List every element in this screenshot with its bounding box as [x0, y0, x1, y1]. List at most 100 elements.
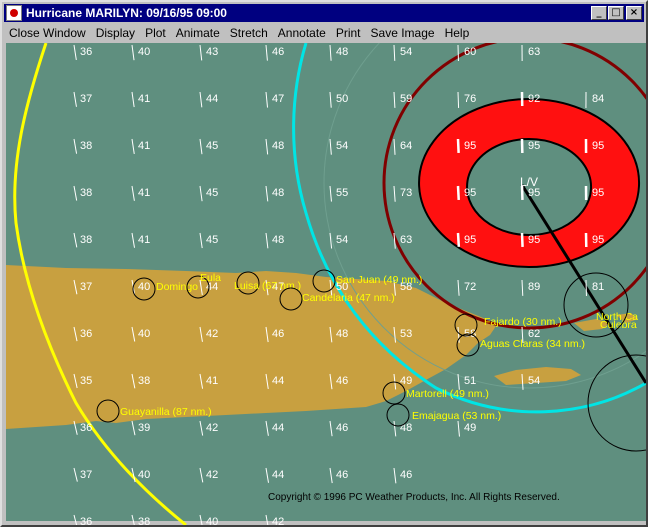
wind-speed-label: 48: [272, 187, 284, 199]
wind-arrow: [265, 420, 269, 436]
wind-arrow: [199, 232, 203, 249]
wind-speed-label: 46: [400, 469, 412, 481]
wind-arrow: [73, 232, 78, 248]
wind-arrow: [265, 232, 269, 249]
wind-speed-label: 38: [80, 234, 92, 246]
wind-speed-label: 73: [400, 187, 412, 199]
menu-help[interactable]: Help: [440, 26, 475, 40]
wind-arrow: [199, 44, 203, 61]
menu-print[interactable]: Print: [331, 26, 366, 40]
menu-display[interactable]: Display: [91, 26, 140, 40]
wind-speed-label: 41: [138, 187, 150, 199]
wind-speed-label: 41: [206, 375, 218, 387]
wind-arrow: [329, 138, 332, 155]
wind-speed-label: 39: [138, 422, 150, 434]
city-label: Luisa (67 nm.): [234, 280, 301, 292]
wind-speed-label: 95: [592, 234, 604, 246]
window-title: Hurricane MARILYN: 09/16/95 09:00: [26, 6, 227, 20]
wind-speed-label: 40: [138, 469, 150, 481]
wind-speed-label: 45: [206, 187, 218, 199]
wind-speed-label: 36: [80, 46, 92, 58]
wind-speed-label: 59: [400, 93, 412, 105]
wind-speed-label: 46: [272, 328, 284, 340]
wind-arrow: [393, 185, 396, 202]
wind-speed-label: 41: [138, 140, 150, 152]
wind-arrow: [265, 185, 269, 202]
wind-arrow: [131, 232, 135, 248]
wind-arrow: [265, 44, 268, 61]
wind-arrow: [329, 91, 332, 108]
menu-save-image[interactable]: Save Image: [366, 26, 440, 40]
menu-bar: Close Window Display Plot Animate Stretc…: [4, 23, 644, 42]
maximize-button[interactable]: □: [608, 6, 624, 20]
wind-speed-label: 76: [464, 93, 476, 105]
menu-close-window[interactable]: Close Window: [4, 26, 91, 40]
city-label: Candelaria (47 nm.): [302, 292, 395, 304]
wind-speed-label: 95: [592, 140, 604, 152]
wind-arrow: [456, 138, 460, 153]
wind-speed-label: 55: [336, 187, 348, 199]
storm-center-label: L/V: [520, 175, 538, 189]
wind-speed-label: 42: [206, 328, 218, 340]
wind-speed-label: 37: [80, 93, 92, 105]
city-label: San Juan (49 nm.): [336, 274, 422, 286]
wind-speed-label: 72: [464, 281, 476, 293]
menu-stretch[interactable]: Stretch: [225, 26, 273, 40]
wind-speed-label: 42: [206, 422, 218, 434]
wind-speed-label: 38: [138, 375, 150, 387]
wind-speed-label: 84: [592, 93, 604, 105]
wind-speed-label: 95: [464, 234, 476, 246]
wind-speed-label: 48: [336, 46, 348, 58]
wind-speed-label: 49: [464, 422, 476, 434]
wind-arrow: [393, 44, 396, 61]
wind-speed-label: 46: [336, 422, 348, 434]
wind-arrow: [457, 420, 460, 437]
wind-arrow: [73, 91, 77, 107]
wind-speed-label: 37: [80, 469, 92, 481]
map-footer-band: [6, 521, 646, 525]
wind-speed-label: 44: [206, 93, 218, 105]
wind-speed-label: 37: [80, 281, 92, 293]
title-bar[interactable]: Hurricane MARILYN: 09/16/95 09:00 _ □ ×: [4, 4, 644, 22]
minimize-button[interactable]: _: [591, 6, 607, 20]
wind-arrow: [265, 91, 269, 108]
wind-speed-label: 81: [592, 281, 604, 293]
map-canvas[interactable]: 36 40 43 46 48 54 60 63 37 41 44 47 50 59 76 92 84 38 41 45…: [6, 43, 646, 525]
menu-plot[interactable]: Plot: [140, 26, 171, 40]
wind-arrow: [329, 467, 333, 484]
wind-arrow: [199, 91, 203, 108]
close-button[interactable]: ×: [626, 6, 642, 20]
wind-speed-label: 41: [138, 93, 150, 105]
wind-arrow: [456, 185, 460, 200]
city-label: Emajagua (53 nm.): [412, 410, 501, 422]
app-icon[interactable]: [6, 5, 22, 21]
wind-speed-label: 38: [138, 516, 150, 525]
wind-arrow: [329, 185, 332, 202]
wind-speed-label: 95: [464, 140, 476, 152]
wind-arrow: [393, 420, 397, 437]
wind-speed-label: 42: [272, 516, 284, 525]
wind-speed-label: 45: [206, 234, 218, 246]
wind-arrow: [73, 185, 78, 201]
wind-speed-label: 48: [272, 234, 284, 246]
menu-annotate[interactable]: Annotate: [273, 26, 331, 40]
wind-arrow: [199, 420, 204, 436]
wind-speed-label: 46: [336, 375, 348, 387]
wind-arrow: [265, 138, 269, 155]
wind-arrow: [393, 91, 396, 108]
wind-arrow: [521, 279, 524, 296]
wind-speed-label: 44: [272, 469, 284, 481]
wind-arrow: [199, 467, 204, 483]
wind-arrow: [457, 279, 460, 296]
city-marker[interactable]: [386, 403, 410, 427]
wind-speed-label: 46: [336, 469, 348, 481]
wind-speed-label: 89: [528, 281, 540, 293]
city-label: Guayanilla (87 nm.): [120, 406, 212, 418]
wind-arrow: [131, 138, 135, 155]
city-label: Martorell (49 nm.): [406, 388, 489, 400]
wind-arrow: [131, 91, 135, 108]
menu-animate[interactable]: Animate: [171, 26, 225, 40]
wind-speed-label: 35: [80, 375, 92, 387]
hurricane-map[interactable]: 36 40 43 46 48 54 60 63 37 41 44 47 50 59 76 92 84 38 41 45…: [6, 43, 646, 525]
wind-speed-label: 92: [528, 93, 540, 105]
